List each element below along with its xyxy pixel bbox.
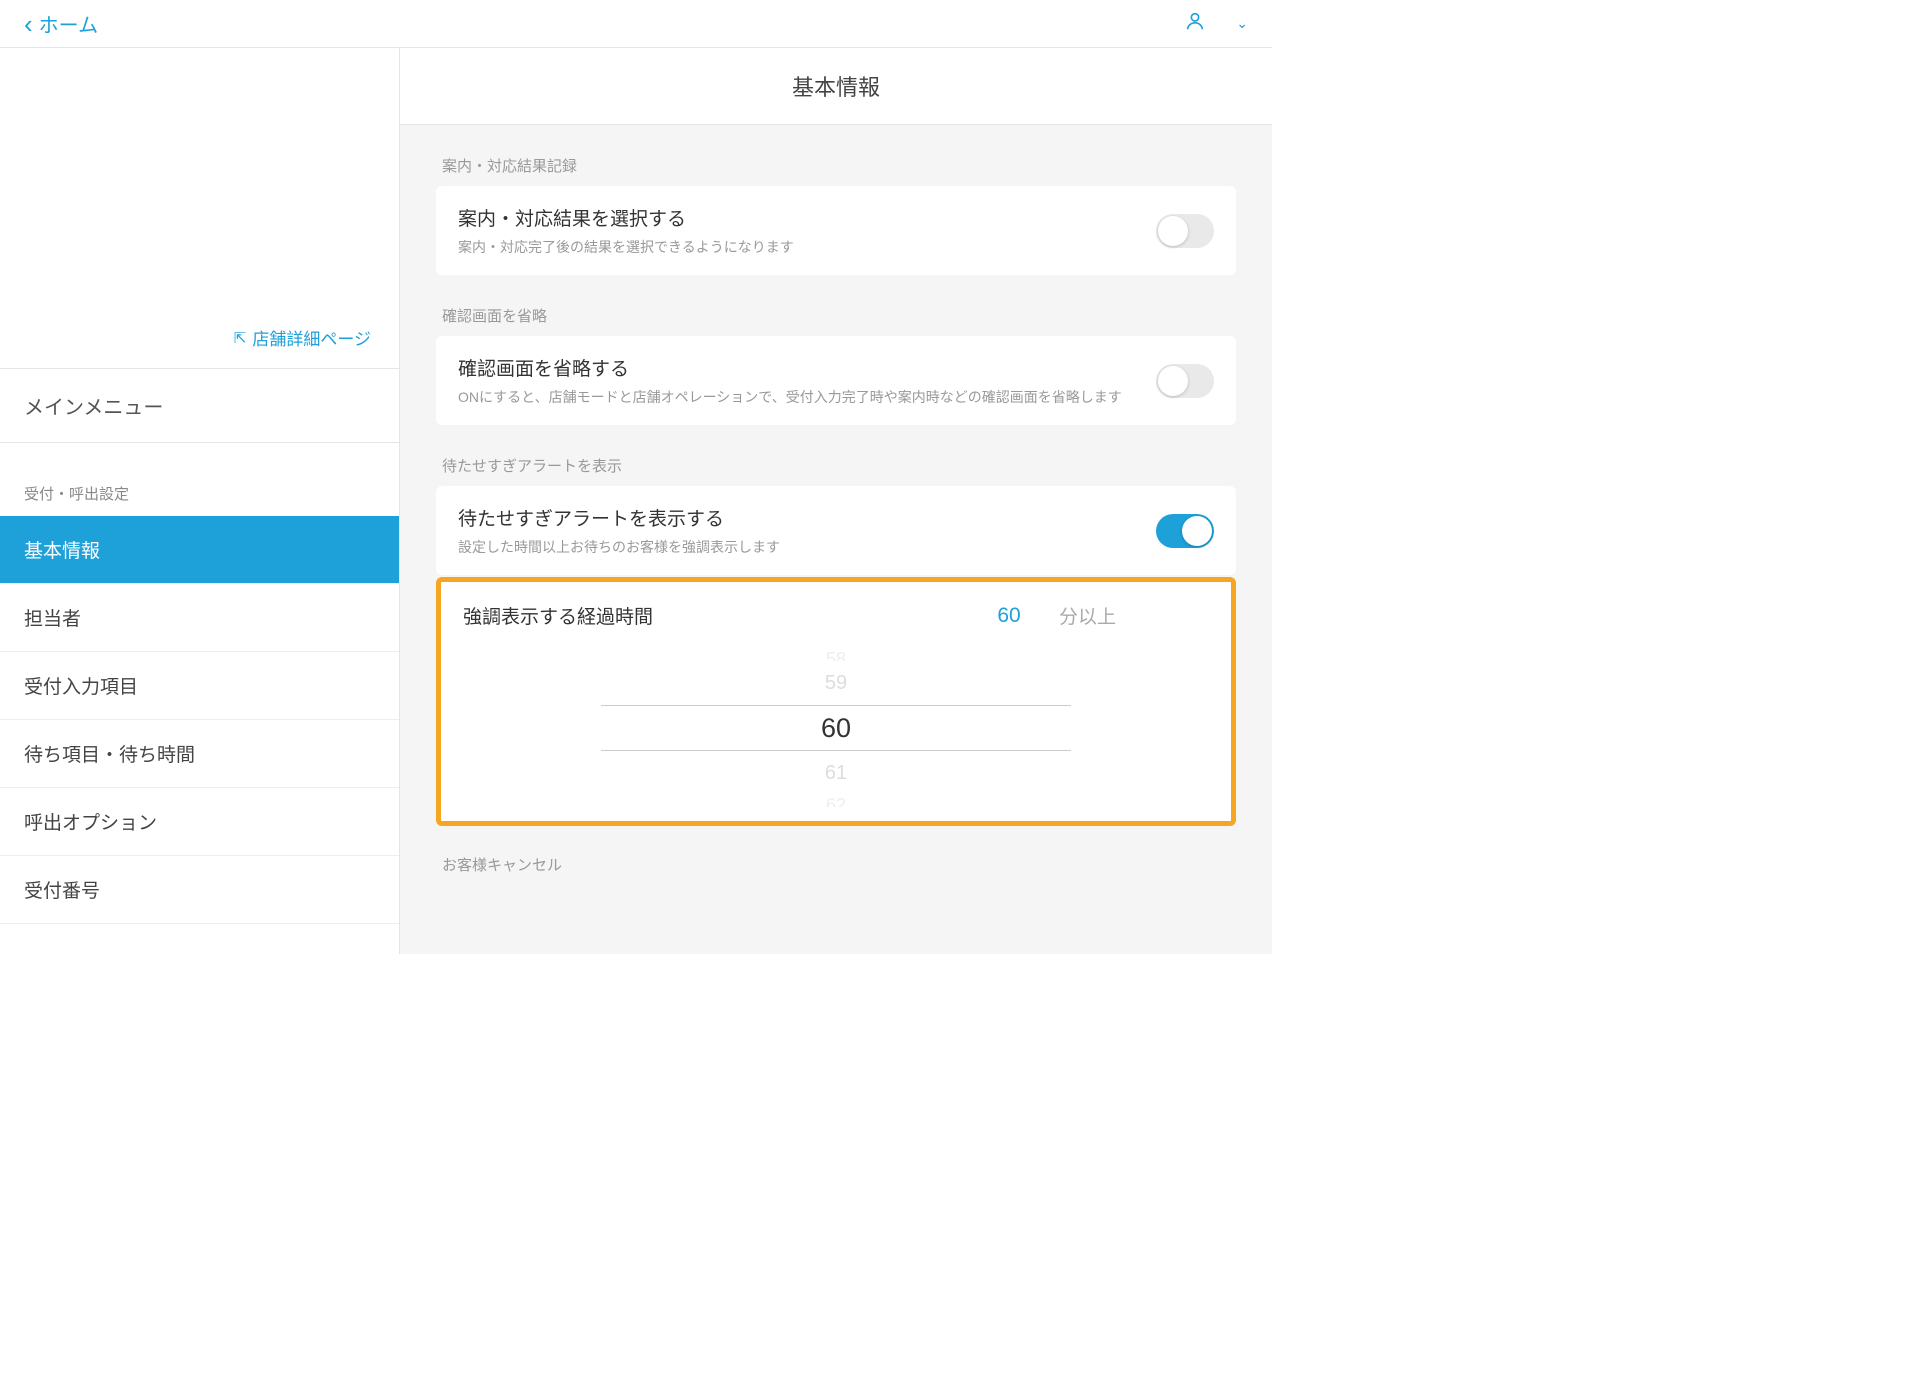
time-picker[interactable]: 58 59 60 61 62 [441,639,1231,821]
chevron-down-icon[interactable]: ⌄ [1236,15,1248,32]
nav-input-items[interactable]: 受付入力項目 [0,652,399,720]
topbar-right: ⌄ [1184,10,1248,37]
group-label-1: 案内・対応結果記録 [442,155,1236,176]
card-title: 待たせすぎアラートを表示する [458,504,1156,531]
nav-reception-number[interactable]: 受付番号 [0,856,399,924]
main-content: 基本情報 案内・対応結果記録 案内・対応結果を選択する 案内・対応完了後の結果を… [400,48,1272,954]
nav-call-options[interactable]: 呼出オプション [0,788,399,856]
card-title: 確認画面を省略する [458,354,1156,381]
toggle-knob [1182,516,1212,546]
group-label-2: 確認画面を省略 [442,305,1236,326]
store-link-label: 店舗詳細ページ [252,325,371,350]
external-link-icon: ⇱ [234,329,247,347]
nav-basic-info[interactable]: 基本情報 [0,516,399,584]
toggle-skip-confirm[interactable] [1156,364,1214,398]
highlight-time-block: 強調表示する経過時間 60 分以上 58 59 60 61 62 [436,577,1236,826]
nav-staff[interactable]: 担当者 [0,584,399,652]
toggle-knob [1158,366,1188,396]
topbar: ‹ ホーム ⌄ [0,0,1272,48]
card-wait-alert: 待たせすぎアラートを表示する 設定した時間以上お待ちのお客様を強調表示します [436,486,1236,575]
card-desc: ONにすると、店舗モードと店舗オペレーションで、受付入力完了時や案内時などの確認… [458,387,1156,407]
sidebar-section-label: 受付・呼出設定 [0,443,399,516]
card-desc: 設定した時間以上お待ちのお客様を強調表示します [458,537,1156,557]
page-title: 基本情報 [400,48,1272,125]
nav-wait-items[interactable]: 待ち項目・待ち時間 [0,720,399,788]
store-detail-link[interactable]: ⇱ 店舗詳細ページ [234,325,371,350]
back-label: ホーム [39,9,98,38]
back-button[interactable]: ‹ ホーム [24,9,98,38]
picker-option[interactable]: 61 [441,751,1231,795]
toggle-wait-alert[interactable] [1156,514,1214,548]
sidebar-top: ⇱ 店舗詳細ページ [0,48,399,368]
picker-option[interactable]: 59 [441,661,1231,705]
highlight-value: 60 [959,604,1059,628]
picker-option[interactable]: 62 [441,795,1231,807]
picker-selected[interactable]: 60 [441,706,1231,750]
chevron-left-icon: ‹ [24,11,33,37]
card-skip-confirm: 確認画面を省略する ONにすると、店舗モードと店舗オペレーションで、受付入力完了… [436,336,1236,425]
highlight-label: 強調表示する経過時間 [463,602,959,629]
main-menu-header[interactable]: メインメニュー [0,368,399,443]
highlight-suffix: 分以上 [1059,602,1209,629]
toggle-result-record[interactable] [1156,214,1214,248]
user-icon[interactable] [1184,10,1206,37]
group-label-4: お客様キャンセル [442,854,1236,875]
card-desc: 案内・対応完了後の結果を選択できるようになります [458,237,1156,257]
group-label-3: 待たせすぎアラートを表示 [442,455,1236,476]
sidebar: ⇱ 店舗詳細ページ メインメニュー 受付・呼出設定 基本情報 担当者 受付入力項… [0,48,400,954]
toggle-knob [1158,216,1188,246]
card-result-record: 案内・対応結果を選択する 案内・対応完了後の結果を選択できるようになります [436,186,1236,275]
picker-option[interactable]: 58 [441,649,1231,661]
card-title: 案内・対応結果を選択する [458,204,1156,231]
